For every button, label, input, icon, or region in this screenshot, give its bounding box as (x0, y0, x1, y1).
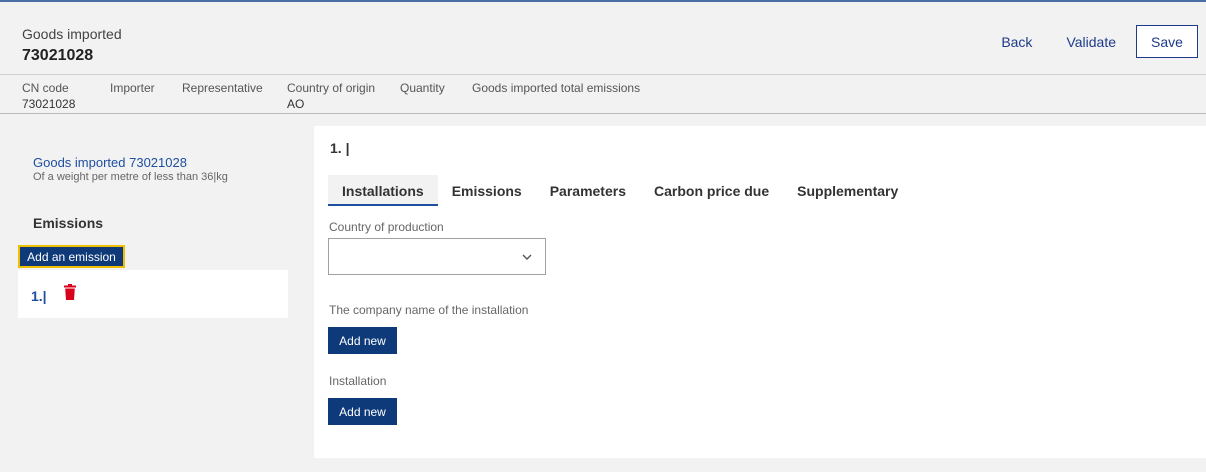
summary-country-origin: Country of origin AO (287, 81, 375, 111)
add-emission-button[interactable]: Add an emission (18, 245, 125, 268)
tab-installations[interactable]: Installations (328, 175, 438, 206)
emissions-heading: Emissions (33, 215, 104, 231)
emission-title: 1. | (330, 140, 350, 156)
header-divider (0, 74, 1206, 75)
header-bottom-divider (0, 113, 1206, 114)
quantity-label: Quantity (400, 81, 445, 95)
validate-button[interactable]: Validate (1066, 34, 1116, 50)
importer-label: Importer (110, 81, 155, 95)
summary-representative: Representative (182, 81, 263, 95)
installation-label: Installation (329, 374, 387, 388)
add-installation-button[interactable]: Add new (328, 398, 397, 425)
back-button[interactable]: Back (1001, 34, 1032, 50)
cn-code-label: CN code (22, 81, 69, 95)
country-origin-label: Country of origin (287, 81, 376, 95)
summary-cn-code: CN code 73021028 (22, 81, 75, 111)
page-subtitle: Goods imported (22, 26, 122, 42)
chevron-down-icon (522, 254, 532, 260)
tab-parameters[interactable]: Parameters (536, 175, 640, 206)
tab-carbon-price-due[interactable]: Carbon price due (640, 175, 783, 206)
total-emissions-label: Goods imported total emissions (472, 81, 641, 95)
summary-total-emissions: Goods imported total emissions (472, 81, 640, 95)
header-actions: Back Validate Save (1001, 25, 1198, 58)
tab-supplementary[interactable]: Supplementary (783, 175, 912, 206)
trash-icon[interactable] (64, 284, 76, 300)
emission-item-label[interactable]: 1.| (31, 288, 47, 304)
goods-description: Of a weight per metre of less than 36|kg (33, 171, 228, 183)
summary-quantity: Quantity (400, 81, 445, 95)
add-company-name-button[interactable]: Add new (328, 327, 397, 354)
tab-emissions[interactable]: Emissions (438, 175, 536, 206)
page-title: 73021028 (22, 47, 94, 64)
save-button[interactable]: Save (1136, 25, 1198, 58)
representative-label: Representative (182, 81, 263, 95)
cn-code-value: 73021028 (22, 97, 76, 111)
country-origin-value: AO (287, 97, 305, 111)
goods-imported-link[interactable]: Goods imported 73021028 (33, 155, 187, 170)
company-name-label: The company name of the installation (329, 303, 529, 317)
country-production-label: Country of production (329, 220, 444, 234)
country-production-select[interactable] (328, 238, 546, 275)
page-header: Goods imported 73021028 Back Validate Sa… (0, 2, 1206, 116)
emission-list: 1.| (18, 270, 288, 318)
emission-tabs: Installations Emissions Parameters Carbo… (328, 175, 912, 206)
summary-importer: Importer (110, 81, 155, 95)
emission-detail-panel: 1. | Installations Emissions Parameters … (314, 126, 1206, 458)
